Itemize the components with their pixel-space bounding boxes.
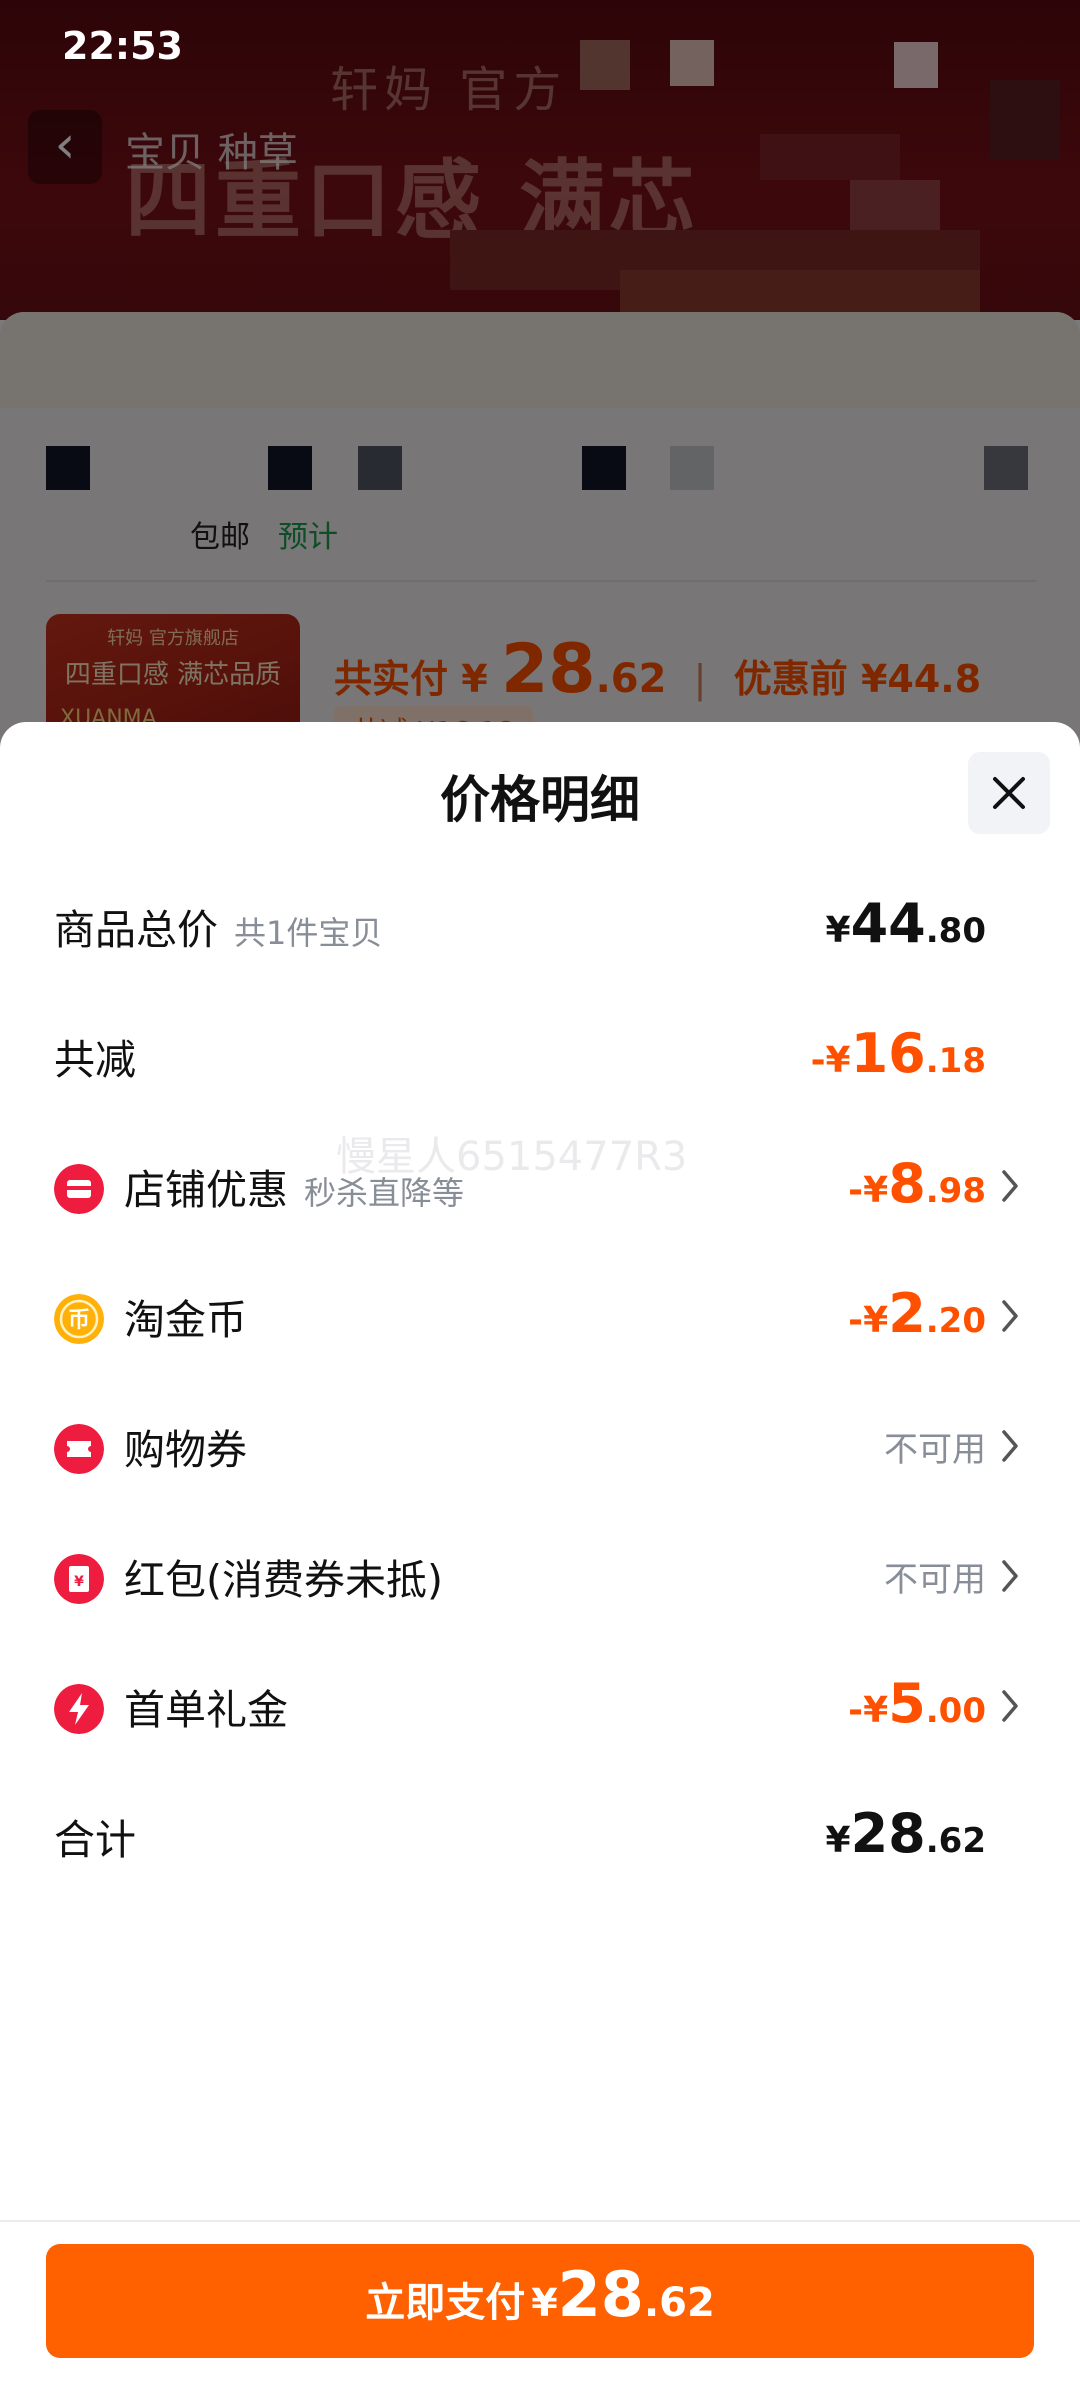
row-amount: ¥28.62: [825, 1802, 986, 1865]
row-amount: -¥16.18: [810, 1022, 986, 1085]
chevron-right-icon: [1002, 1430, 1018, 1462]
row-label: 商品总价 共1件宝贝: [54, 906, 383, 954]
row-label: 购物券: [124, 1426, 247, 1474]
lightning-gift-icon: [54, 1684, 104, 1734]
row-amount: -¥2.20: [848, 1282, 986, 1345]
close-button[interactable]: [968, 752, 1050, 834]
row-label: 首单礼金: [124, 1686, 288, 1734]
row-label: 共减: [54, 1036, 136, 1084]
chevron-right-icon: [1002, 1690, 1018, 1722]
row-sub: 秒杀直降等: [304, 1174, 465, 1212]
chevron-right-icon: [1002, 1300, 1018, 1332]
pay-button-yen: ¥: [531, 2281, 558, 2325]
unavailable-status: 不可用: [884, 1430, 986, 1470]
pay-button-dec: .62: [643, 2280, 715, 2326]
unavailable-status: 不可用: [884, 1560, 986, 1600]
row-amount: ¥44.80: [825, 892, 986, 955]
svg-text:¥: ¥: [74, 1574, 84, 1590]
shop-discount-icon: [54, 1164, 104, 1214]
row-sub: 共1件宝贝: [234, 914, 383, 952]
coupon-ticket-icon: [54, 1424, 104, 1474]
close-icon: [993, 777, 1025, 809]
taojinbi-coin-icon: 币: [54, 1294, 104, 1344]
row-first-order-gift[interactable]: 首单礼金 -¥5.00: [0, 1662, 1080, 1752]
row-amount: -¥5.00: [848, 1672, 986, 1735]
red-packet-icon: ¥: [54, 1554, 104, 1604]
row-goods-total: 商品总价 共1件宝贝 ¥44.80: [0, 882, 1080, 972]
row-total: 合计 ¥28.62: [0, 1792, 1080, 1882]
pay-button-int: 28: [557, 2258, 644, 2331]
sheet-title: 价格明细: [440, 771, 640, 829]
row-taojinbi[interactable]: 币 淘金币 -¥2.20: [0, 1272, 1080, 1362]
row-red-packet[interactable]: ¥ 红包(消费券未抵) 不可用: [0, 1532, 1080, 1622]
row-label: 合计: [54, 1816, 136, 1864]
pay-button-label: 立即支付: [365, 2280, 526, 2326]
row-shop-discount[interactable]: 店铺优惠 秒杀直降等 -¥8.98: [0, 1142, 1080, 1232]
chevron-right-icon: [1002, 1560, 1018, 1592]
status-time: 22:53: [62, 24, 183, 68]
pay-now-button[interactable]: 立即支付 ¥ 28 .62: [46, 2244, 1034, 2358]
row-total-reduction: 共减 -¥16.18: [0, 1012, 1080, 1102]
row-label: 淘金币: [124, 1296, 247, 1344]
chevron-right-icon: [1002, 1170, 1018, 1202]
price-detail-sheet: 价格明细 慢星人6515477R3 商品总价 共1件宝贝 ¥44.80 共减 -¥…: [0, 722, 1080, 2400]
row-label: 店铺优惠 秒杀直降等: [124, 1166, 465, 1214]
row-shopping-coupon[interactable]: 购物券 不可用: [0, 1402, 1080, 1492]
footer-divider: [0, 2220, 1080, 2222]
svg-text:币: 币: [68, 1308, 90, 1333]
row-label: 红包(消费券未抵): [124, 1556, 443, 1604]
row-amount: -¥8.98: [848, 1152, 986, 1215]
